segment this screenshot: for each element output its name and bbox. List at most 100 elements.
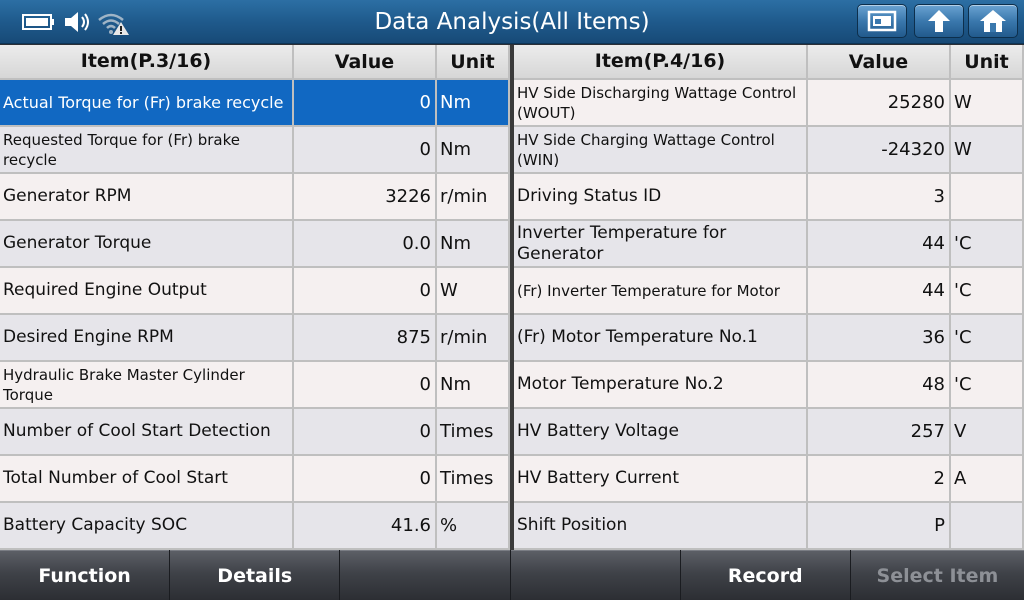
empty-button-3[interactable]: [340, 550, 510, 600]
header-item: Item(P.4/16): [514, 45, 808, 80]
table-row[interactable]: Battery Capacity SOC 41.6%: [0, 503, 510, 550]
table-row[interactable]: HV Battery Voltage 257 V: [514, 409, 1024, 456]
row-unit: Nm: [437, 362, 510, 409]
row-value: 48: [808, 362, 951, 409]
row-item-name: Driving Status ID: [514, 174, 808, 221]
title-bar: Data Analysis(All Items): [0, 0, 1024, 44]
row-unit: W: [951, 127, 1024, 174]
row-value: 3226: [294, 174, 437, 221]
row-value: 0: [294, 362, 437, 409]
details-button[interactable]: Details: [170, 550, 340, 600]
table-row[interactable]: Generator Torque 0.0 Nm: [0, 221, 510, 268]
row-item-name: HV Side Charging Wattage Control (WIN): [514, 127, 808, 174]
row-item-name: HV Battery Current: [514, 456, 808, 503]
table-row[interactable]: Hydraulic Brake Master Cylinder Torque 0 N…: [0, 362, 510, 409]
row-unit: Times: [437, 409, 510, 456]
row-value: 3: [808, 174, 951, 221]
select-item-button[interactable]: Select Item: [850, 550, 1024, 600]
row-item-name: Motor Temperature No.2: [514, 362, 808, 409]
table-row[interactable]: Driving Status ID 3: [514, 174, 1024, 221]
function-bar: Function Details Record Select Item: [0, 550, 1024, 600]
table-row[interactable]: Inverter Temperature for Generator 44 'C: [514, 221, 1024, 268]
right-table-header: Item(P.4/16) Value Unit: [514, 45, 1024, 80]
left-table-header: Item(P.3/16) Value Unit: [0, 45, 510, 80]
row-item-name: Actual Torque for (Fr) brake recycle: [0, 80, 294, 127]
row-value: 44: [808, 268, 951, 315]
row-item-name: HV Battery Voltage: [514, 409, 808, 456]
header-value: Value: [294, 45, 437, 80]
row-value: 44: [808, 221, 951, 268]
row-value: 0: [294, 80, 437, 127]
header-item: Item(P.3/16): [0, 45, 294, 80]
back-button[interactable]: [914, 4, 964, 38]
row-item-name: Inverter Temperature for Generator: [514, 221, 808, 268]
row-item-name: (Fr) Inverter Temperature for Motor: [514, 268, 808, 315]
row-unit: %: [437, 503, 510, 550]
row-item-name: Required Engine Output: [0, 268, 294, 315]
table-row[interactable]: Requested Torque for (Fr) brake recycle 0…: [0, 127, 510, 174]
table-row[interactable]: Shift Position P: [514, 503, 1024, 550]
speaker-icon: [65, 12, 89, 32]
row-unit: Times: [437, 456, 510, 503]
row-unit: r/min: [437, 315, 510, 362]
table-row[interactable]: Motor Temperature No.2 48 'C: [514, 362, 1024, 409]
row-unit: [951, 503, 1024, 550]
row-unit: [951, 174, 1024, 221]
row-value: 0: [294, 127, 437, 174]
row-value: 0: [294, 456, 437, 503]
function-button[interactable]: Function: [0, 550, 170, 600]
row-unit: W: [437, 268, 510, 315]
row-value: 257: [808, 409, 951, 456]
home-button[interactable]: [968, 4, 1018, 38]
row-item-name: Generator RPM: [0, 174, 294, 221]
table-row[interactable]: HV Side Discharging Wattage Control (WOU…: [514, 80, 1024, 127]
battery-icon: [22, 14, 54, 30]
row-unit: V: [951, 409, 1024, 456]
row-item-name: Requested Torque for (Fr) brake recycle: [0, 127, 294, 174]
right-data-table: Item(P.4/16) Value Unit HV Side Discharg…: [514, 45, 1024, 550]
row-value: P: [808, 503, 951, 550]
header-unit: Unit: [951, 45, 1024, 80]
screenshot-button[interactable]: [857, 4, 907, 38]
row-unit: W: [951, 80, 1024, 127]
home-icon: [980, 10, 1006, 32]
row-item-name: (Fr) Motor Temperature No.1: [514, 315, 808, 362]
row-item-name: HV Side Discharging Wattage Control (WOU…: [514, 80, 808, 127]
row-value: 36: [808, 315, 951, 362]
table-row[interactable]: Desired Engine RPM 875 r/min: [0, 315, 510, 362]
table-row[interactable]: HV Battery Current 2 A: [514, 456, 1024, 503]
row-item-name: Shift Position: [514, 503, 808, 550]
row-value: 41.6: [294, 503, 437, 550]
wifi-warning-icon: [98, 13, 129, 35]
record-button[interactable]: Record: [680, 550, 850, 600]
row-value: -24320: [808, 127, 951, 174]
table-row[interactable]: Required Engine Output 0 W: [0, 268, 510, 315]
row-unit: Nm: [437, 221, 510, 268]
row-unit: 'C: [951, 221, 1024, 268]
row-value: 0.0: [294, 221, 437, 268]
table-row[interactable]: Number of Cool Start Detection 0 Times: [0, 409, 510, 456]
screenshot-icon: [867, 10, 897, 32]
header-unit: Unit: [437, 45, 510, 80]
row-value: 875: [294, 315, 437, 362]
row-item-name: Desired Engine RPM: [0, 315, 294, 362]
row-value: 0: [294, 268, 437, 315]
table-row[interactable]: Generator RPM 3226 r/min: [0, 174, 510, 221]
row-value: 2: [808, 456, 951, 503]
left-data-table: Item(P.3/16) Value Unit Actual Torque fo…: [0, 45, 510, 550]
row-unit: Nm: [437, 127, 510, 174]
table-row[interactable]: (Fr) Motor Temperature No.1 36 'C: [514, 315, 1024, 362]
table-row[interactable]: Actual Torque for (Fr) brake recycle 0 Nm: [0, 80, 510, 127]
empty-button-4[interactable]: [510, 550, 680, 600]
table-row[interactable]: HV Side Charging Wattage Control (WIN) -2…: [514, 127, 1024, 174]
table-row[interactable]: (Fr) Inverter Temperature for Motor 44 'C: [514, 268, 1024, 315]
row-unit: Nm: [437, 80, 510, 127]
row-value: 25280: [808, 80, 951, 127]
row-item-name: Hydraulic Brake Master Cylinder Torque: [0, 362, 294, 409]
row-value: 0: [294, 409, 437, 456]
row-item-name: Generator Torque: [0, 221, 294, 268]
header-value: Value: [808, 45, 951, 80]
table-row[interactable]: Total Number of Cool Start 0 Times: [0, 456, 510, 503]
row-unit: 'C: [951, 362, 1024, 409]
row-item-name: Total Number of Cool Start: [0, 456, 294, 503]
